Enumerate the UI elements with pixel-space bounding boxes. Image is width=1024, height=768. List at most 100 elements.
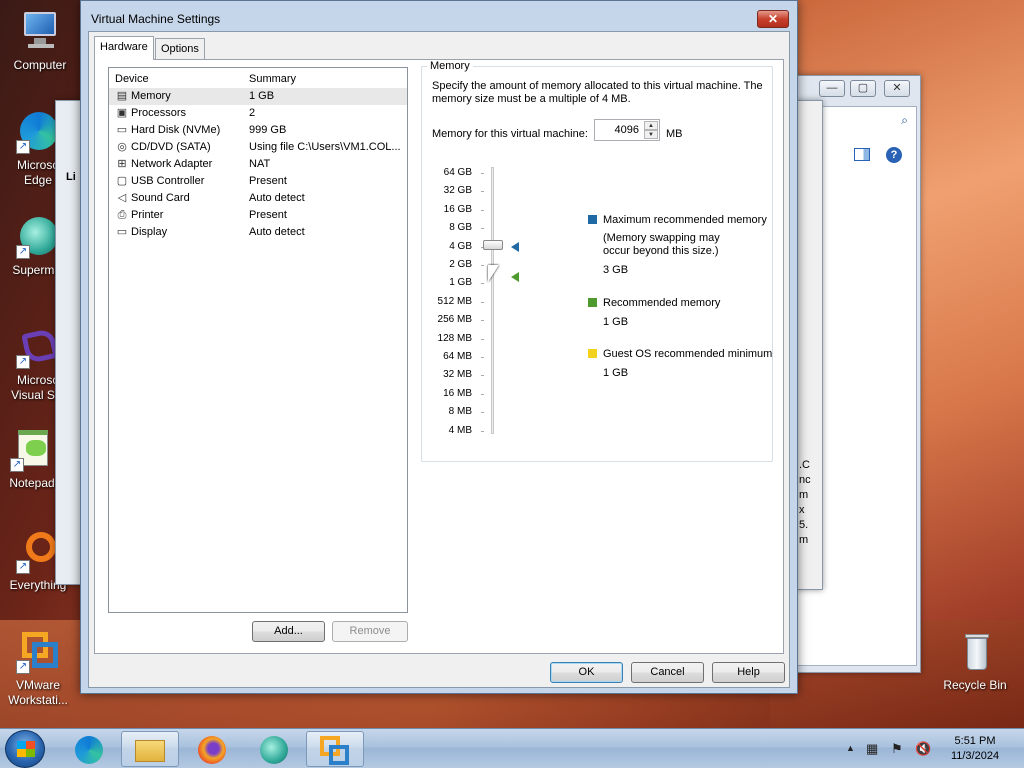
add-device-button[interactable]: Add... xyxy=(252,621,325,642)
ok-button[interactable]: OK xyxy=(550,662,623,683)
desktop-icon-label: VMware xyxy=(15,678,60,692)
memory-scale-tick xyxy=(481,338,484,340)
taskbar-edge[interactable] xyxy=(60,731,118,767)
device-row-cd-dvd[interactable]: ◎ CD/DVD (SATA) Using file C:\Users\VM1.… xyxy=(109,139,407,156)
memory-scale-label: 8 GB xyxy=(449,222,472,234)
clock-date: 11/3/2024 xyxy=(950,750,1000,762)
spin-up-icon[interactable]: ▲ xyxy=(644,121,658,130)
maximize-button[interactable]: ▢ xyxy=(850,80,876,97)
desktop-icon-label: Computer xyxy=(13,58,67,72)
cancel-button[interactable]: Cancel xyxy=(631,662,704,683)
memory-scale-tick xyxy=(481,357,484,358)
desktop-icon-label: Workstati... xyxy=(8,693,68,707)
notepad-icon: ↗ xyxy=(10,428,54,472)
device-row-hard-disk[interactable]: ▭ Hard Disk (NVMe) 999 GB xyxy=(109,122,407,139)
taskbar-clock[interactable]: 5:51 PM 11/3/2024 xyxy=(940,734,1010,764)
edge-icon xyxy=(75,736,103,764)
recommended-marker-icon xyxy=(511,272,519,282)
volume-muted-icon[interactable]: 🔇 xyxy=(915,741,931,757)
network-status-icon[interactable]: ▦ xyxy=(866,741,878,757)
device-list-header: Device Summary xyxy=(109,68,407,88)
taskbar-explorer[interactable] xyxy=(121,731,179,767)
remove-device-button[interactable]: Remove xyxy=(332,621,408,642)
desktop-icon-computer[interactable]: Computer xyxy=(2,10,78,73)
close-button[interactable]: ✕ xyxy=(884,80,910,97)
memory-scale-tick xyxy=(481,283,484,285)
memory-scale-tick xyxy=(481,191,484,193)
shortcut-arrow-icon: ↗ xyxy=(16,560,30,574)
taskbar-firefox[interactable] xyxy=(183,731,241,767)
device-list[interactable]: Device Summary ▤ Memory 1 GB ▣ Processor… xyxy=(108,67,408,613)
minimize-button[interactable]: — xyxy=(819,80,845,97)
sound-icon: ◁ xyxy=(117,192,127,204)
usb-icon: ▢ xyxy=(116,175,128,187)
firefox-icon xyxy=(198,736,226,764)
search-icon[interactable]: ⌕ xyxy=(901,113,908,128)
supermium-icon xyxy=(260,736,288,764)
column-header-device[interactable]: Device xyxy=(115,73,149,85)
legend-swatch-green xyxy=(588,298,597,307)
device-row-memory[interactable]: ▤ Memory 1 GB xyxy=(109,88,407,105)
tray-expand-icon[interactable]: ▲ xyxy=(846,743,855,753)
legend-swatch-yellow xyxy=(588,349,597,358)
edge-icon: ↗ xyxy=(16,110,60,154)
everything-icon: ↗ xyxy=(16,530,60,574)
memory-slider-thumb[interactable] xyxy=(483,240,503,250)
device-row-display[interactable]: ▭ Display Auto detect xyxy=(109,224,407,241)
dialog-close-button[interactable]: ✕ xyxy=(757,10,789,28)
taskbar-vmware[interactable] xyxy=(306,731,364,767)
dialog-title: Virtual Machine Settings xyxy=(91,12,221,26)
memory-scale-tick xyxy=(481,430,484,432)
device-row-sound-card[interactable]: ◁ Sound Card Auto detect xyxy=(109,190,407,207)
memory-scale-tick xyxy=(481,393,484,395)
printer-icon: ⎙ xyxy=(117,209,127,221)
action-center-flag-icon[interactable]: ⚑ xyxy=(891,741,903,757)
memory-scale-tick xyxy=(481,228,484,230)
vm-settings-dialog[interactable]: Virtual Machine Settings ✕ Hardware Opti… xyxy=(80,0,798,694)
help-icon[interactable]: ? xyxy=(886,147,902,163)
memory-scale-label: 512 MB xyxy=(437,295,472,307)
memory-scale-label: 16 GB xyxy=(443,203,472,215)
help-button[interactable]: Help xyxy=(712,662,785,683)
device-row-network-adapter[interactable]: ⊞ Network Adapter NAT xyxy=(109,156,407,173)
memory-scale-tick xyxy=(481,375,484,377)
hard-disk-icon: ▭ xyxy=(116,124,128,136)
shortcut-arrow-icon: ↗ xyxy=(10,458,24,472)
spin-down-icon[interactable]: ▼ xyxy=(644,130,658,139)
memory-scale-tick xyxy=(481,209,484,211)
desktop-icon-label: Recycle Bin xyxy=(943,678,1007,692)
max-recommended-marker-icon xyxy=(511,242,519,252)
memory-unit: MB xyxy=(666,128,683,140)
device-row-printer[interactable]: ⎙ Printer Present xyxy=(109,207,407,224)
column-header-summary[interactable]: Summary xyxy=(249,73,296,85)
memory-scale-label: 32 GB xyxy=(443,185,472,197)
display-icon: ▭ xyxy=(116,226,128,238)
hardware-panel: Device Summary ▤ Memory 1 GB ▣ Processor… xyxy=(94,59,784,654)
device-row-processors[interactable]: ▣ Processors 2 xyxy=(109,105,407,122)
shortcut-arrow-icon: ↗ xyxy=(16,140,30,154)
desktop-icon-recycle-bin[interactable]: Recycle Bin xyxy=(937,630,1013,693)
memory-scale-tick xyxy=(481,412,484,414)
memory-scale-tick xyxy=(481,301,484,303)
vmware-icon: ↗ xyxy=(16,630,60,674)
pane-icon[interactable] xyxy=(854,148,870,161)
start-button[interactable] xyxy=(5,730,45,768)
partial-text: .C nc m x 5. m xyxy=(799,459,811,546)
processor-icon: ▣ xyxy=(116,107,128,119)
background-window-mid[interactable]: .C nc m x 5. m xyxy=(796,100,823,590)
desktop-icon-vmware[interactable]: ↗ VMware Workstati... xyxy=(0,630,76,708)
memory-input[interactable]: 4096 xyxy=(615,124,639,136)
memory-stepper[interactable]: 4096 ▲ ▼ xyxy=(594,119,660,141)
memory-scale-tick xyxy=(481,173,484,174)
cd-dvd-icon: ◎ xyxy=(117,141,127,153)
tab-hardware[interactable]: Hardware xyxy=(94,36,154,60)
memory-scale-label: 4 MB xyxy=(448,424,472,436)
mouse-cursor-icon xyxy=(488,265,499,282)
tab-options[interactable]: Options xyxy=(155,38,205,60)
device-row-usb-controller[interactable]: ▢ USB Controller Present xyxy=(109,173,407,190)
memory-slider-track[interactable] xyxy=(491,167,494,434)
taskbar-supermium[interactable] xyxy=(245,731,303,767)
memory-icon: ▤ xyxy=(116,90,128,102)
memory-group: Memory Specify the amount of memory allo… xyxy=(421,60,773,462)
windows-logo-icon xyxy=(17,741,35,757)
